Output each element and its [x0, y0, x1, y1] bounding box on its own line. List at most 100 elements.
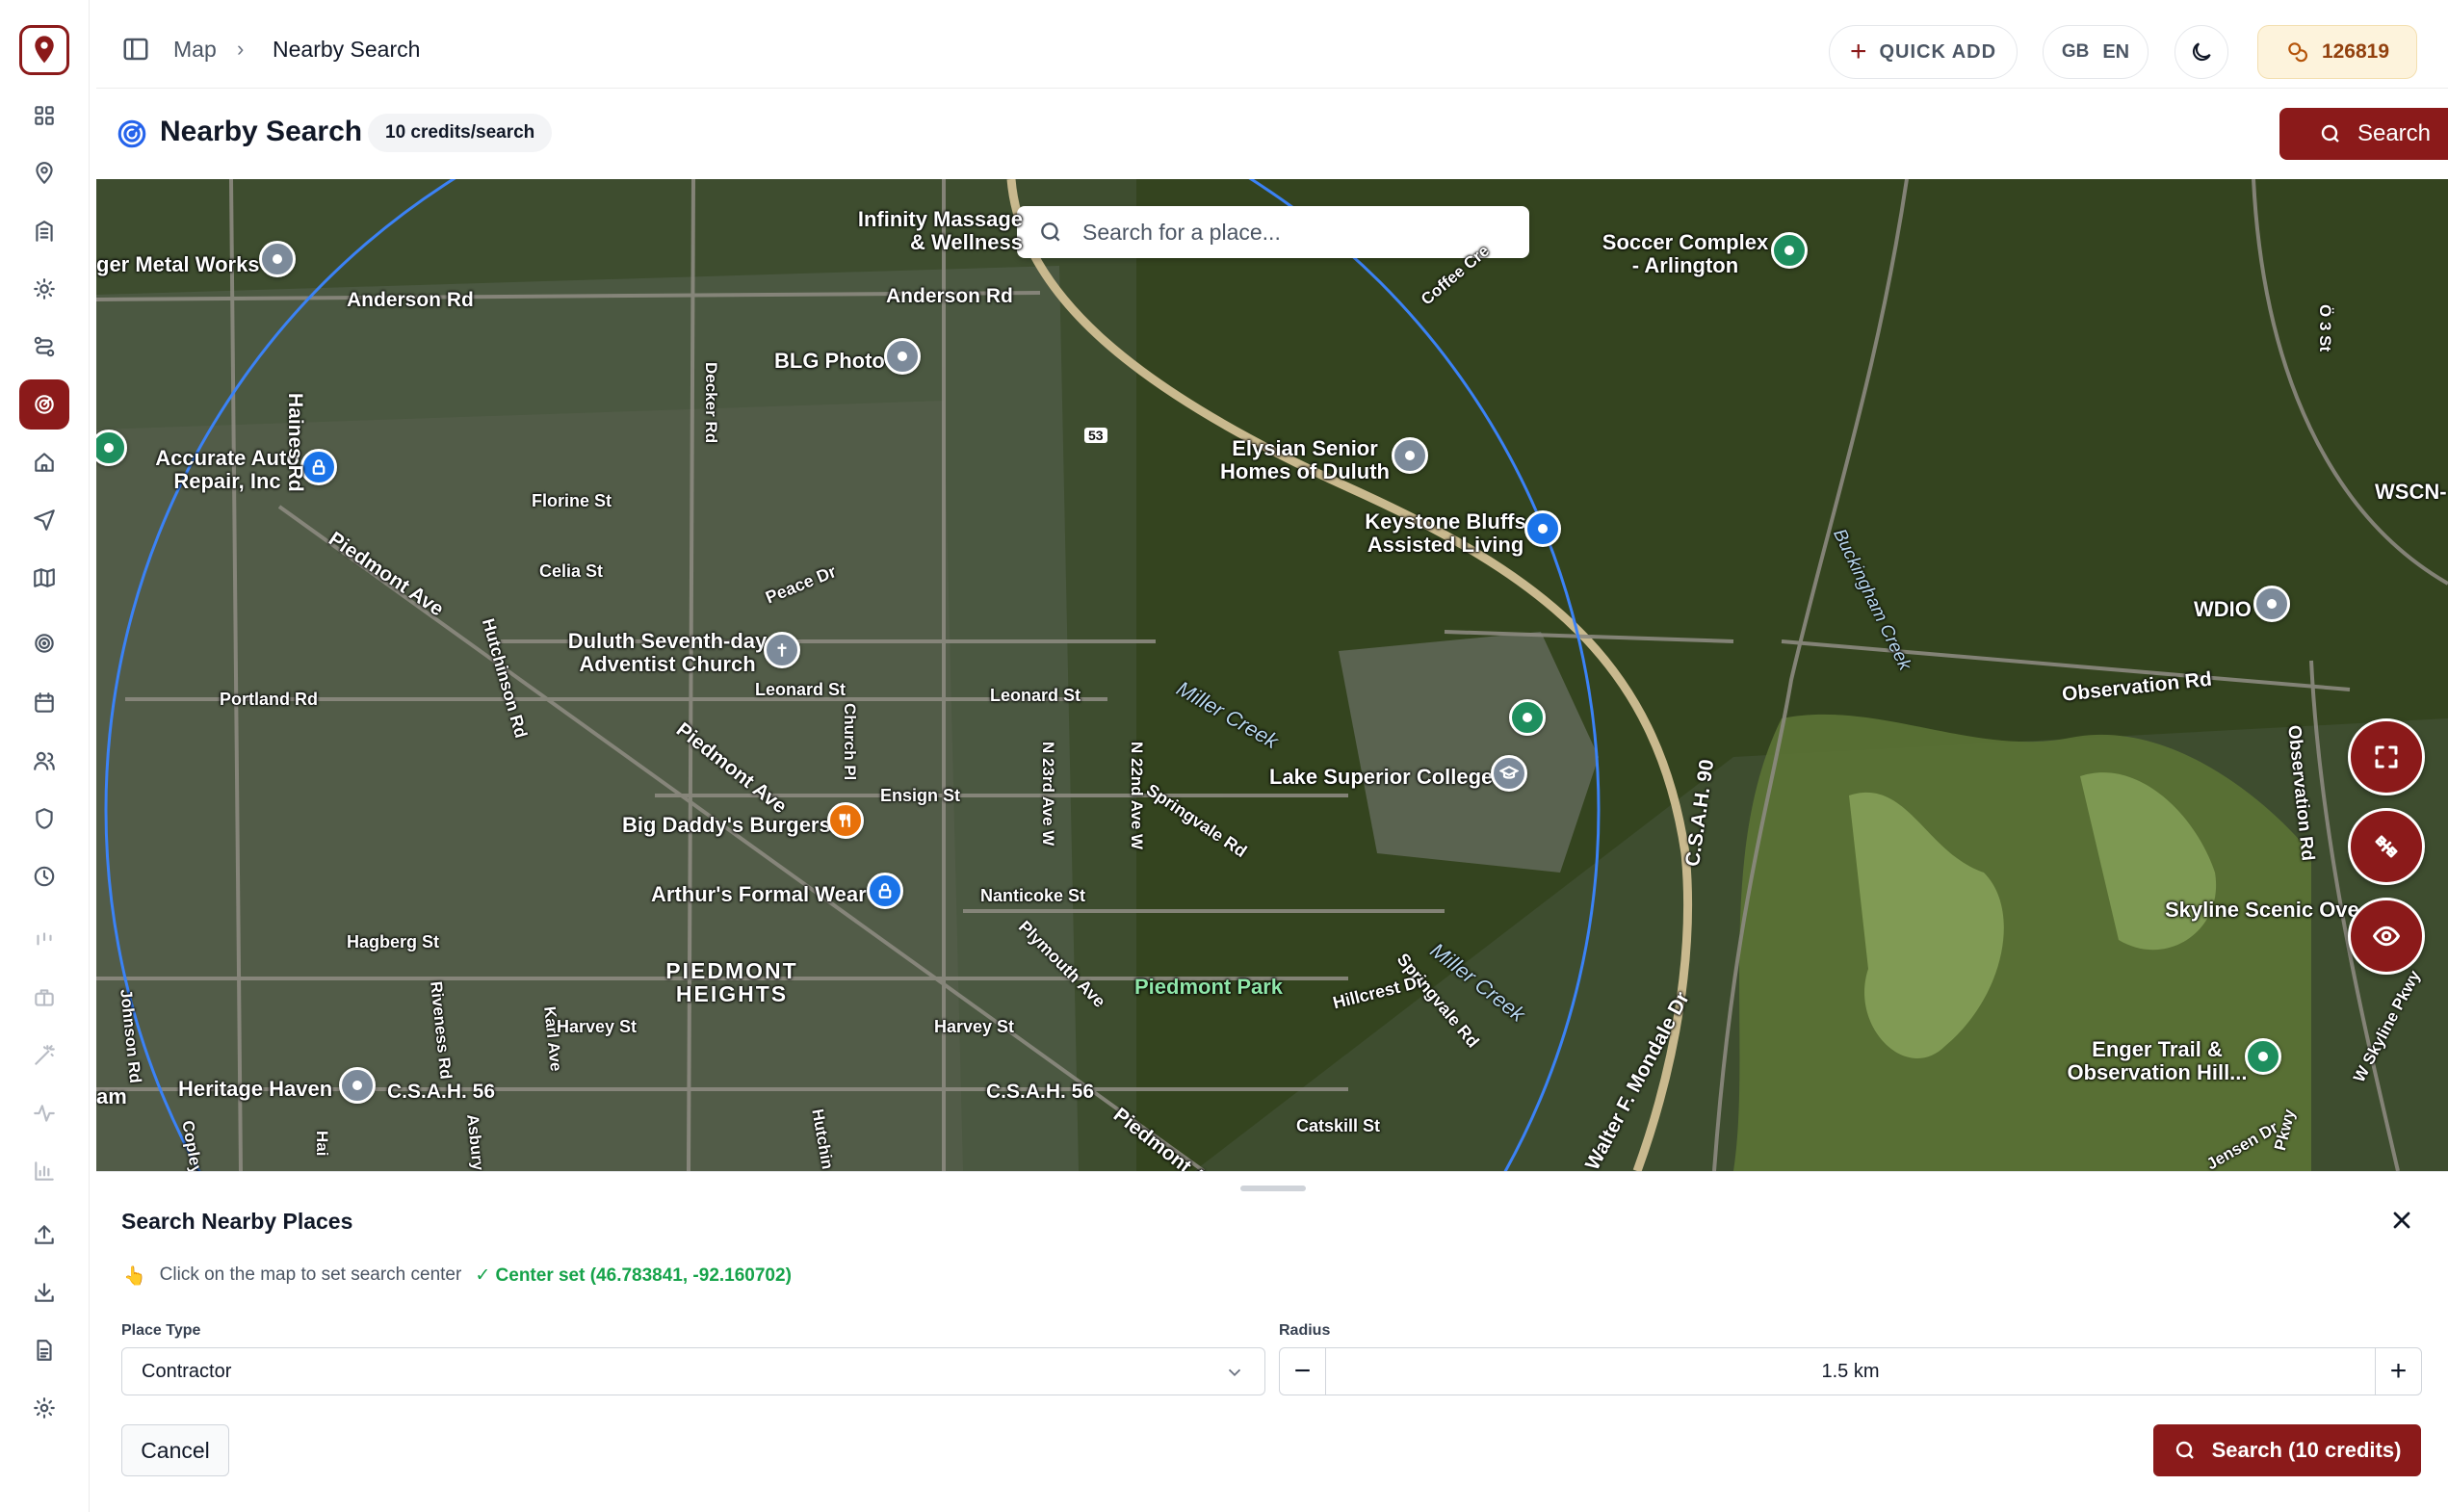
home-icon [35, 453, 54, 472]
sidebar-item-routes[interactable] [19, 322, 69, 372]
radius-value[interactable]: 1.5 km [1326, 1361, 2375, 1383]
fork-knife-icon [839, 813, 850, 827]
wand-icon [35, 1045, 55, 1065]
place-label: Arthur's Formal Wear [651, 882, 867, 906]
shield-icon [36, 808, 53, 829]
cancel-button[interactable]: Cancel [121, 1424, 229, 1476]
send-icon [34, 509, 55, 531]
radius-increase-button[interactable]: + [2375, 1348, 2421, 1395]
place-type-select[interactable]: Contractor [121, 1347, 1265, 1395]
radius-decrease-button[interactable]: − [1280, 1348, 1326, 1395]
run-search-button[interactable]: Search (10 credits) [2153, 1424, 2421, 1476]
quick-add-label: QUICK ADD [1879, 40, 1997, 63]
place-pin[interactable] [1491, 755, 1527, 792]
place-pin[interactable] [1509, 699, 1546, 736]
road-label: Haines Rd [284, 393, 306, 492]
place-pin[interactable] [764, 632, 800, 668]
clock-icon [34, 866, 55, 887]
fullscreen-button[interactable] [2348, 718, 2425, 795]
place-pin[interactable] [1524, 510, 1561, 547]
sidebar-item-users[interactable] [19, 736, 69, 786]
place-label: Lake Superior College [1269, 765, 1494, 789]
page-title: Nearby Search [160, 116, 363, 147]
close-icon[interactable] [2388, 1207, 2415, 1234]
sidebar-item-export[interactable] [19, 1267, 69, 1317]
credits-badge[interactable]: 126819 [2257, 25, 2417, 79]
school-icon [1499, 766, 1519, 779]
sidebar-item-navigate[interactable] [19, 495, 69, 545]
sun-icon [34, 278, 55, 300]
sidebar-item-security[interactable] [19, 794, 69, 844]
search-button[interactable]: Search [2279, 108, 2448, 160]
place-label: ger Metal Works [96, 252, 260, 276]
calendar-icon [35, 692, 54, 713]
sidebar-item-activity[interactable] [19, 1088, 69, 1138]
road-label: Hagberg St [347, 932, 440, 952]
upload-icon [35, 1225, 54, 1244]
visibility-toggle-button[interactable] [2348, 898, 2425, 975]
satellite-icon [2375, 835, 2398, 858]
sidebar-item-reports[interactable] [19, 1146, 69, 1196]
sidebar-item-home[interactable] [19, 437, 69, 487]
run-search-label: Search (10 credits) [2211, 1438, 2402, 1462]
sidebar-item-locations[interactable] [19, 148, 69, 198]
place-pin[interactable] [2245, 1038, 2281, 1075]
sidebar-item-settings[interactable] [19, 1383, 69, 1433]
sidebar-item-documents[interactable] [19, 1325, 69, 1375]
map-view[interactable]: Search for a place... ger Metal Works BL… [96, 179, 2448, 1171]
sidebar-item-calendar[interactable] [19, 678, 69, 728]
place-pin[interactable] [339, 1067, 376, 1104]
road-label: Hai [313, 1131, 331, 1157]
app-logo[interactable] [19, 25, 69, 75]
center-status: ✓ Center set (46.783841, -92.160702) [475, 1265, 792, 1286]
road-label: Church Pl [841, 703, 859, 781]
sidebar-item-stats[interactable] [19, 915, 69, 965]
place-label: am [96, 1084, 127, 1108]
eye-icon [2373, 925, 2400, 947]
sidebar-item-buildings[interactable] [19, 206, 69, 256]
sidebar-item-business[interactable] [19, 973, 69, 1023]
map-search-placeholder[interactable]: Search for a place... [1082, 220, 1281, 246]
panel-drag-handle[interactable] [1240, 1186, 1306, 1191]
chart-icon [35, 1161, 54, 1181]
place-pin[interactable] [1771, 232, 1808, 269]
quick-add-button[interactable]: + QUICK ADD [1829, 25, 2018, 79]
breadcrumb-separator: › [237, 37, 245, 61]
satellite-toggle-button[interactable] [2348, 808, 2425, 885]
credits-value: 126819 [2321, 40, 2390, 63]
sidebar-item-nearby-search[interactable] [19, 379, 69, 430]
place-pin[interactable] [884, 338, 921, 375]
place-label: BLG Photo [774, 349, 885, 373]
place-pin[interactable] [259, 241, 296, 277]
radar-icon [35, 395, 54, 414]
fullscreen-icon [2375, 745, 2398, 769]
sidebar-item-history[interactable] [19, 851, 69, 901]
road-label: Anderson Rd [347, 289, 474, 311]
sidebar-item-maps[interactable] [19, 553, 69, 603]
map-search-box[interactable]: Search for a place... [1017, 206, 1529, 258]
sidebar-toggle-icon[interactable] [121, 35, 150, 64]
place-pin[interactable] [1392, 437, 1428, 474]
theme-toggle-button[interactable] [2175, 25, 2228, 79]
top-bar: Map › Nearby Search + QUICK ADD GB EN 12… [96, 10, 2448, 89]
road-label: Harvey St [557, 1017, 638, 1036]
place-label: Keystone Bluffs Assisted Living [1365, 509, 1526, 557]
sidebar-item-import[interactable] [19, 1210, 69, 1260]
place-label: Elysian Senior Homes of Duluth [1220, 436, 1390, 483]
sidebar-item-targets[interactable] [19, 618, 69, 668]
breadcrumb-map[interactable]: Map [173, 37, 217, 63]
road-label: N 23rd Ave W [1039, 742, 1057, 847]
sidebar-item-dashboard[interactable] [19, 91, 69, 141]
place-pin[interactable] [827, 802, 864, 839]
sidebar-item-weather[interactable] [19, 264, 69, 314]
document-icon [37, 1340, 52, 1361]
users-icon [34, 751, 55, 770]
chevron-down-icon [1228, 1369, 1241, 1377]
place-pin[interactable] [2253, 586, 2290, 622]
place-pin[interactable] [867, 873, 903, 909]
search-icon [1041, 222, 1060, 242]
language-selector[interactable]: GB EN [2043, 25, 2149, 79]
sidebar-item-tools[interactable] [19, 1030, 69, 1081]
search-button-label: Search [2357, 120, 2432, 146]
church-icon [777, 643, 787, 657]
